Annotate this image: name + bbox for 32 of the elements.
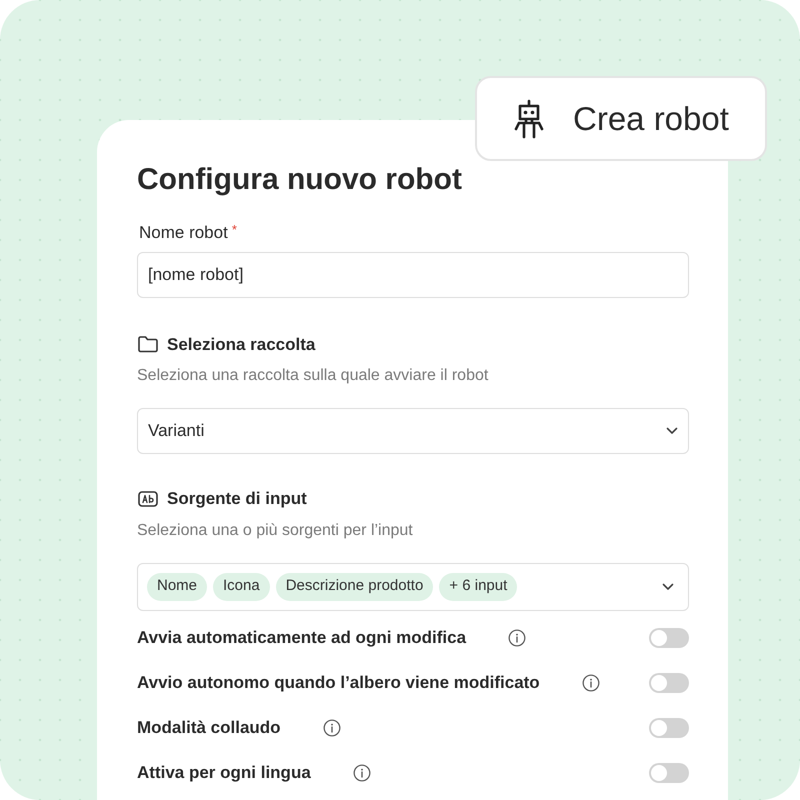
folder-icon (137, 335, 159, 354)
robot-icon (513, 98, 545, 138)
section-description: Seleziona una raccolta sulla quale avviare il robot (137, 366, 490, 386)
input-source-select[interactable]: Nome Icona Descrizione prodotto + 6 input (137, 562, 689, 610)
toggle-label: Avvia automaticamente ad ogni modifica (137, 627, 466, 650)
collection-select[interactable]: Varianti (137, 408, 689, 454)
source-chip[interactable]: + 6 input (439, 572, 518, 600)
create-robot-button[interactable]: Crea robot (475, 76, 767, 161)
info-icon[interactable] (582, 674, 600, 692)
toggle-label: Avvio autonomo quando l’albero viene modificato (137, 672, 540, 694)
source-chip[interactable]: Nome (147, 572, 208, 600)
section-description: Seleziona una o più sorgenti per l’input (137, 520, 414, 540)
info-icon[interactable] (352, 764, 371, 782)
name-input-field[interactable]: [nome robot] (137, 252, 689, 298)
section-title: Seleziona raccolta (167, 334, 316, 356)
info-icon[interactable] (508, 629, 526, 647)
source-chip[interactable]: Icona (213, 572, 270, 600)
chevron-down-icon (666, 427, 678, 435)
source-chip[interactable]: Descrizione prodotto (276, 572, 434, 600)
toggle-switch[interactable] (649, 628, 689, 648)
required-mark: * (232, 221, 237, 239)
form-title: Configura nuovo robot (137, 162, 463, 198)
toggle-switch[interactable] (649, 718, 689, 738)
chevron-down-icon (662, 582, 674, 590)
toggle-switch[interactable] (649, 763, 689, 783)
toggle-label: Attiva per ogni lingua (137, 762, 311, 784)
field-label: Nome robot (139, 222, 228, 244)
toggle-switch[interactable] (649, 673, 689, 693)
toggle-label: Modalità collaudo (137, 717, 281, 740)
text-format-icon (137, 490, 159, 508)
section-title: Sorgente di input (167, 488, 307, 510)
info-icon[interactable] (322, 719, 341, 737)
